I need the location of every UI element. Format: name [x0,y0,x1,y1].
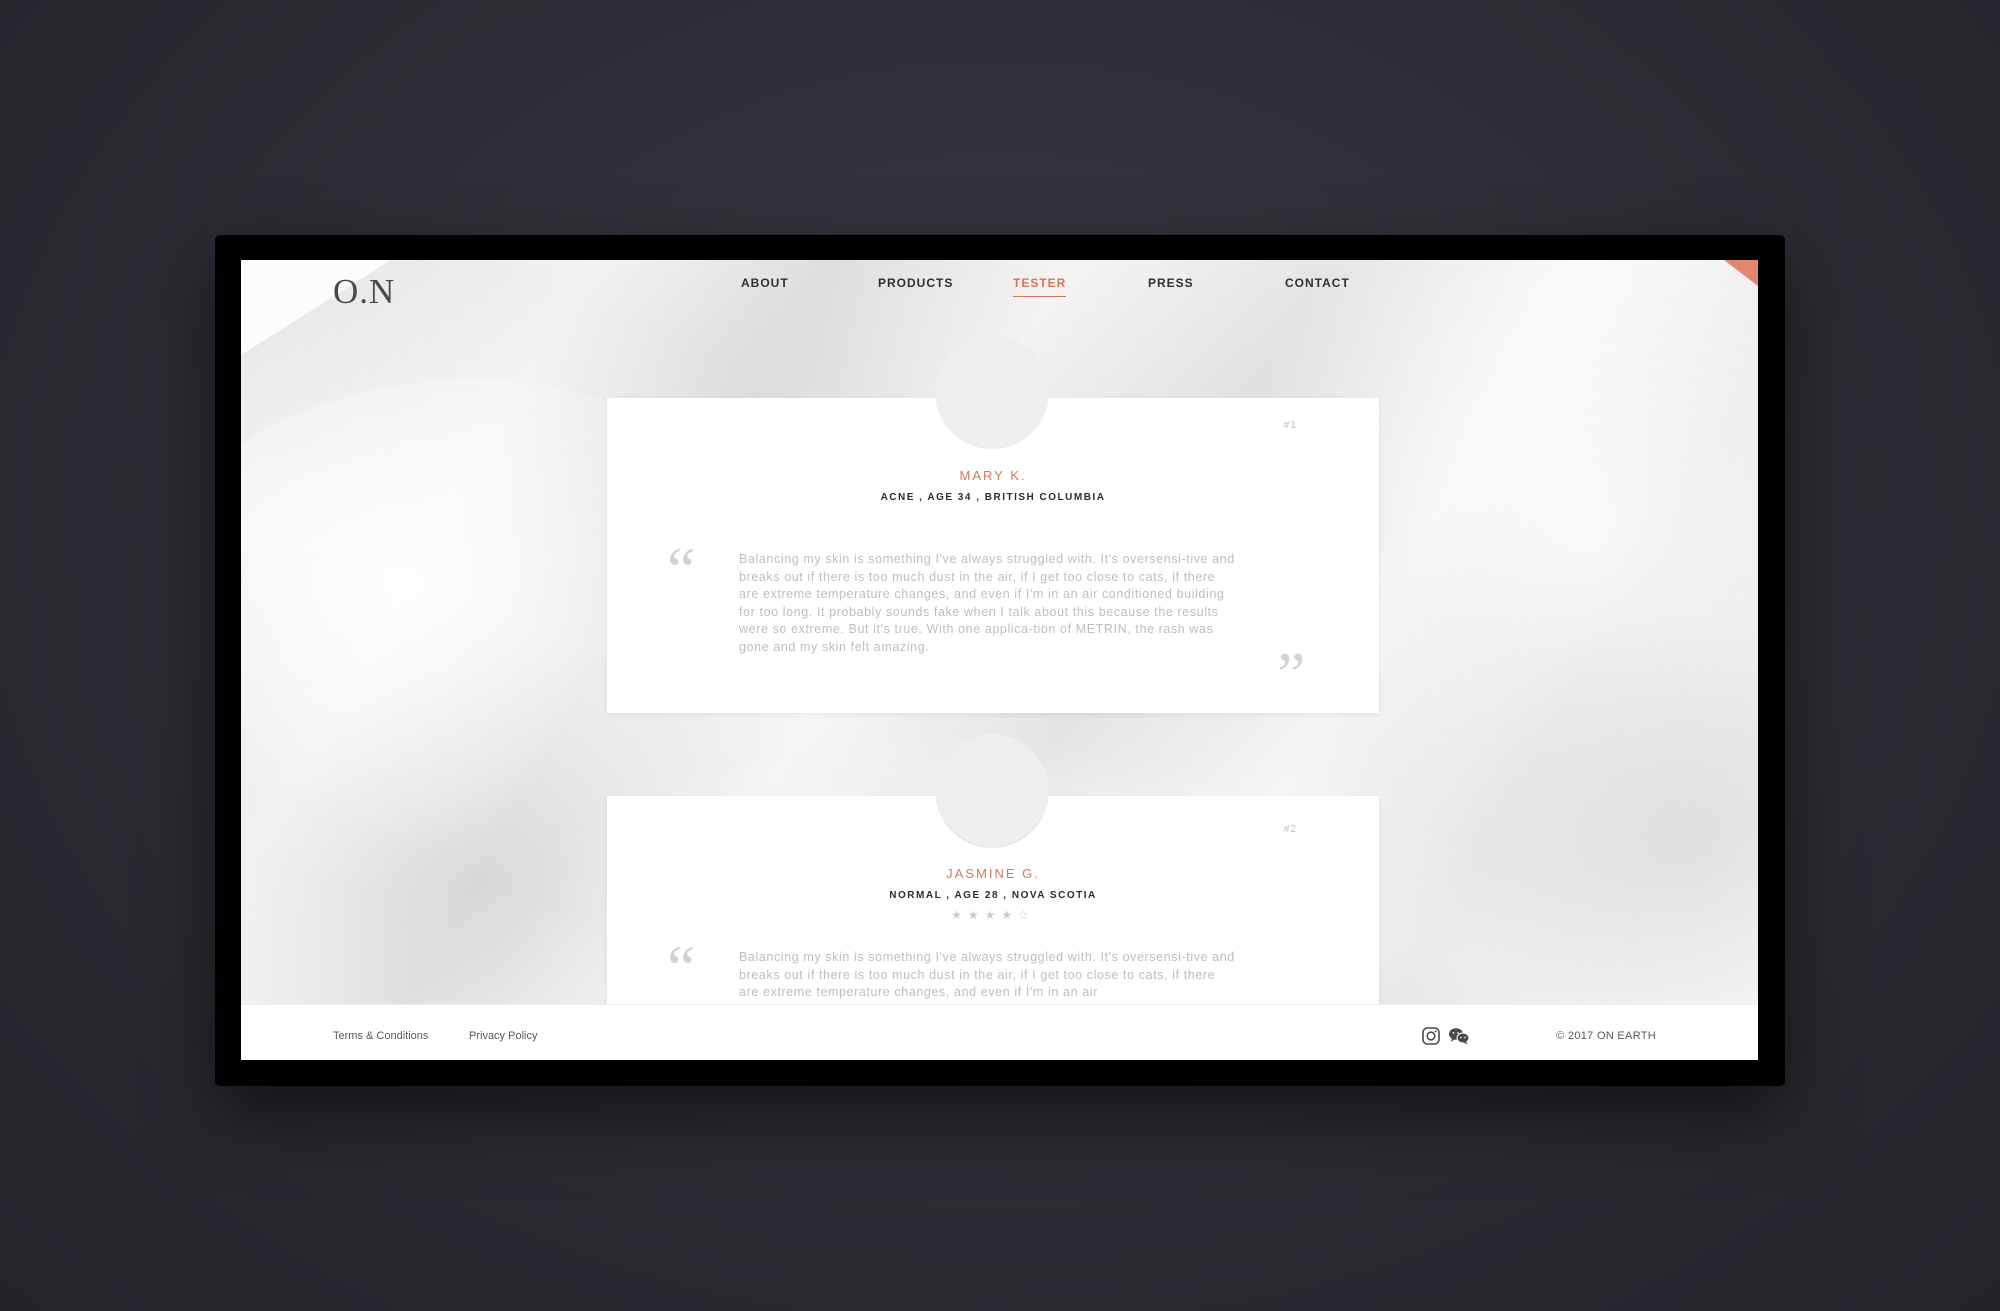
avatar [935,734,1049,848]
quote-open-icon: “ [667,534,696,605]
tester-name: JASMINE G. [946,866,1040,881]
privacy-link[interactable]: Privacy Policy [469,1030,537,1042]
tester-name: MARY K. [959,468,1027,483]
nav-item-contact[interactable]: CONTACT [1285,276,1350,296]
quote-open-icon: “ [667,932,696,1003]
wechat-icon[interactable] [1448,1026,1470,1046]
tester-meta: ACNE , AGE 34 , BRITISH COLUMBIA [880,492,1106,503]
main-nav: ABOUT PRODUCTS TESTER PRESS CONTACT [241,276,1758,306]
terms-link[interactable]: Terms & Conditions [333,1030,428,1042]
testimonial-quote: Balancing my skin is something I've alwa… [739,950,1235,999]
nav-item-about[interactable]: ABOUT [741,276,789,296]
testimonial-number: #1 [1283,420,1297,431]
site-footer: Terms & Conditions Privacy Policy © 2017… [241,1004,1758,1060]
background-petal [1441,610,1758,1060]
avatar [935,335,1049,449]
quote-close-icon: ” [1277,639,1306,710]
website-screen: O.N ABOUT PRODUCTS TESTER PRESS CONTACT … [241,260,1758,1060]
nav-item-products[interactable]: PRODUCTS [878,276,953,296]
rating-stars: ★★★★☆ [951,908,1035,922]
nav-item-press[interactable]: PRESS [1148,276,1194,296]
tester-meta: NORMAL , AGE 28 , NOVA SCOTIA [889,890,1097,901]
instagram-icon[interactable] [1421,1026,1441,1046]
testimonial-number: #2 [1283,824,1297,835]
copyright-text: © 2017 ON EARTH [1556,1030,1656,1042]
testimonial-quote: Balancing my skin is something I've alwa… [739,552,1235,654]
nav-item-tester[interactable]: TESTER [1013,276,1067,297]
